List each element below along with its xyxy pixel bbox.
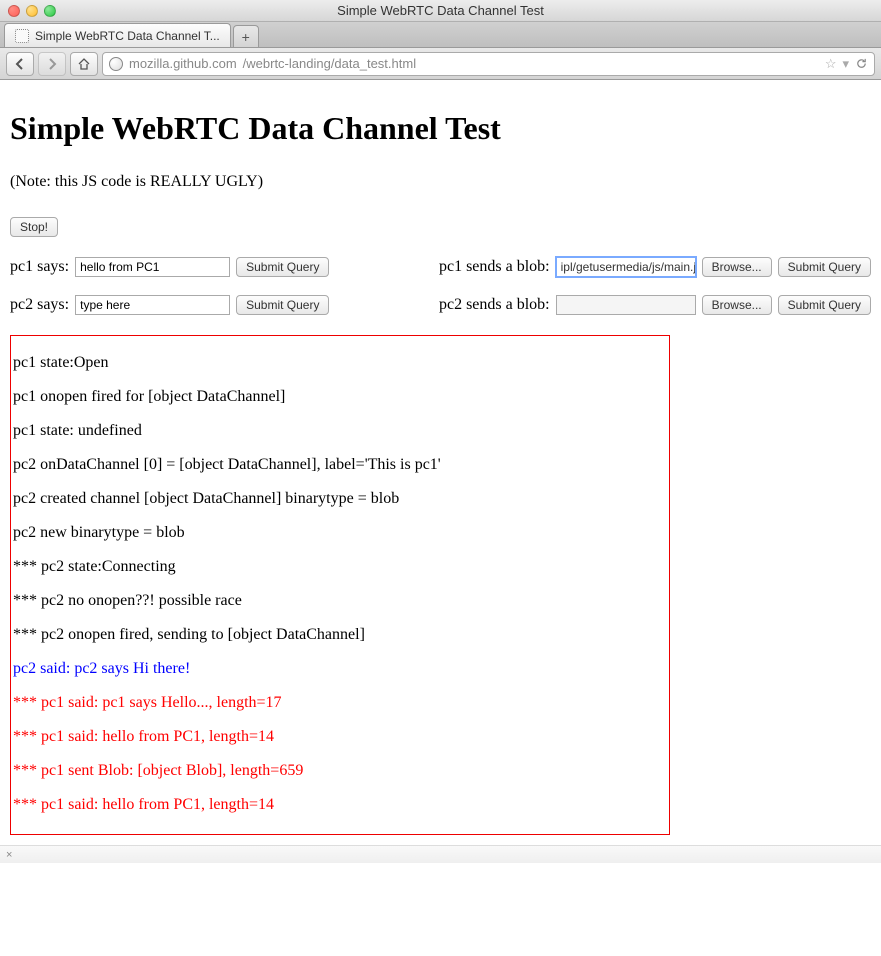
- log-line: *** pc1 said: hello from PC1, length=14: [13, 728, 667, 746]
- pc1-blob-browse-button[interactable]: Browse...: [702, 257, 772, 277]
- log-line: *** pc1 said: pc1 says Hello..., length=…: [13, 694, 667, 712]
- pc1-blob-submit-button[interactable]: Submit Query: [778, 257, 871, 277]
- page-title: Simple WebRTC Data Channel Test: [10, 110, 871, 147]
- dropdown-chevron-icon[interactable]: ▾: [842, 56, 849, 72]
- new-tab-button[interactable]: +: [233, 25, 259, 47]
- log-line: pc2 created channel [object DataChannel]…: [13, 490, 667, 508]
- plus-icon: +: [242, 29, 250, 45]
- forward-button[interactable]: [38, 52, 66, 76]
- browser-tab-active[interactable]: Simple WebRTC Data Channel T...: [4, 23, 231, 47]
- browser-toolbar: mozilla.github.com/webrtc-landing/data_t…: [0, 48, 881, 80]
- log-line: *** pc2 no onopen??! possible race: [13, 592, 667, 610]
- log-line: pc1 onopen fired for [object DataChannel…: [13, 388, 667, 406]
- pc2-row: pc2 says: Submit Query pc2 sends a blob:…: [10, 295, 871, 315]
- log-line: pc1 state:Open: [13, 354, 667, 372]
- log-line: pc1 state: undefined: [13, 422, 667, 440]
- home-button[interactable]: [70, 52, 98, 76]
- window-titlebar: Simple WebRTC Data Channel Test: [0, 0, 881, 22]
- log-line: pc2 said: pc2 says Hi there!: [13, 660, 667, 678]
- log-line: pc2 onDataChannel [0] = [object DataChan…: [13, 456, 667, 474]
- tab-label: Simple WebRTC Data Channel T...: [35, 29, 220, 43]
- status-close-icon[interactable]: ×: [6, 849, 12, 861]
- pc2-blob-submit-button[interactable]: Submit Query: [778, 295, 871, 315]
- note-text: (Note: this JS code is REALLY UGLY): [10, 173, 871, 191]
- minimize-window-button[interactable]: [26, 5, 38, 17]
- url-path: /webrtc-landing/data_test.html: [243, 56, 416, 71]
- arrow-right-icon: [45, 57, 59, 71]
- traffic-lights: [8, 5, 56, 17]
- pc2-says-cell: pc2 says: Submit Query: [10, 295, 329, 315]
- favicon-icon: [15, 29, 29, 43]
- close-window-button[interactable]: [8, 5, 20, 17]
- pc1-blob-cell: pc1 sends a blob: ipl/getusermedia/js/ma…: [439, 257, 871, 277]
- globe-icon: [109, 57, 123, 71]
- pc1-says-input[interactable]: [75, 257, 230, 277]
- log-line: *** pc2 onopen fired, sending to [object…: [13, 626, 667, 644]
- pc1-row: pc1 says: Submit Query pc1 sends a blob:…: [10, 257, 871, 277]
- arrow-left-icon: [13, 57, 27, 71]
- log-line: *** pc1 said: hello from PC1, length=14: [13, 796, 667, 814]
- pc1-says-submit-button[interactable]: Submit Query: [236, 257, 329, 277]
- zoom-window-button[interactable]: [44, 5, 56, 17]
- log-output-box[interactable]: pc1 state:Open pc1 onopen fired for [obje…: [10, 335, 670, 835]
- pc2-blob-file-input[interactable]: [556, 295, 696, 315]
- pc1-says-label: pc1 says:: [10, 258, 69, 276]
- tab-strip: Simple WebRTC Data Channel T... +: [0, 22, 881, 48]
- pc2-blob-cell: pc2 sends a blob: Browse... Submit Query: [439, 295, 871, 315]
- pc1-blob-file-input[interactable]: ipl/getusermedia/js/main.js: [556, 257, 696, 277]
- status-bar: ×: [0, 845, 881, 863]
- pc2-says-input[interactable]: [75, 295, 230, 315]
- url-host: mozilla.github.com: [129, 56, 237, 71]
- pc1-blob-label: pc1 sends a blob:: [439, 258, 550, 276]
- reload-icon[interactable]: [855, 57, 868, 70]
- pc2-says-label: pc2 says:: [10, 296, 69, 314]
- bookmark-star-icon[interactable]: ☆: [825, 56, 837, 72]
- window-title: Simple WebRTC Data Channel Test: [0, 3, 881, 18]
- pc2-says-submit-button[interactable]: Submit Query: [236, 295, 329, 315]
- log-line: *** pc1 sent Blob: [object Blob], length…: [13, 762, 667, 780]
- back-button[interactable]: [6, 52, 34, 76]
- stop-button[interactable]: Stop!: [10, 217, 58, 237]
- pc1-says-cell: pc1 says: Submit Query: [10, 257, 329, 277]
- log-line: *** pc2 state:Connecting: [13, 558, 667, 576]
- page-content: Simple WebRTC Data Channel Test (Note: t…: [0, 80, 881, 845]
- log-line: pc2 new binarytype = blob: [13, 524, 667, 542]
- url-bar[interactable]: mozilla.github.com/webrtc-landing/data_t…: [102, 52, 875, 76]
- pc2-blob-browse-button[interactable]: Browse...: [702, 295, 772, 315]
- home-icon: [77, 57, 91, 71]
- pc2-blob-label: pc2 sends a blob:: [439, 296, 550, 314]
